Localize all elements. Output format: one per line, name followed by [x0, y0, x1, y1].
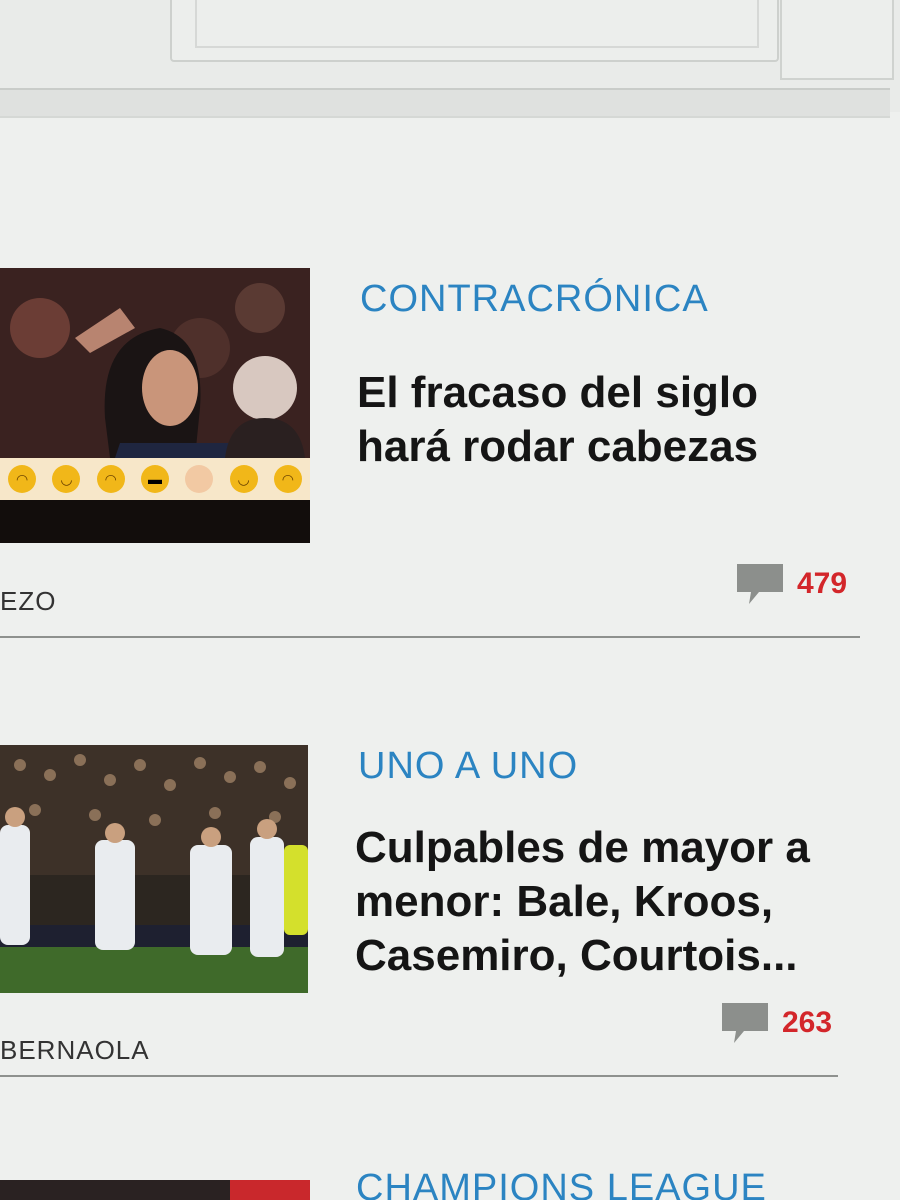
comment-icon: [737, 564, 783, 604]
article-thumbnail[interactable]: [0, 1180, 310, 1200]
emoji-icon: ◠: [8, 465, 37, 493]
emoji-icon: ◡: [229, 465, 258, 493]
article-kicker[interactable]: CHAMPIONS LEAGUE: [356, 1167, 767, 1200]
article-headline[interactable]: Culpables de mayor a menor: Bale, Kroos,…: [355, 821, 875, 983]
emoji-icon: ◠: [96, 465, 125, 493]
article-card-3[interactable]: CHAMPIONS LEAGUE: [0, 1165, 900, 1200]
article-headline[interactable]: El fracaso del siglo hará rodar cabezas: [357, 366, 857, 474]
photo-players-icon: [0, 745, 308, 993]
article-author: BERNAOLA: [0, 1035, 150, 1065]
emoji-icon: ◡: [52, 465, 81, 493]
photo-coach-emoji-icon: [0, 268, 310, 543]
article-kicker[interactable]: CONTRACRÓNICA: [360, 278, 709, 321]
comments-link[interactable]: 479: [735, 562, 847, 606]
comment-count: 263: [782, 1006, 833, 1039]
article-kicker[interactable]: UNO A UNO: [358, 745, 578, 788]
emoji-icon: [185, 465, 214, 493]
header-inner-panel: [195, 0, 759, 48]
emoji-icon: ◠: [273, 465, 302, 493]
article-author: EZO: [0, 586, 57, 616]
article-divider: [0, 636, 860, 638]
header-bottom-bar: [0, 88, 890, 118]
reaction-strip: ◠ ◡ ◠ ▬ ◡ ◠: [0, 458, 310, 500]
header-side-panel: [780, 0, 894, 80]
article-thumbnail[interactable]: ◠ ◡ ◠ ▬ ◡ ◠: [0, 268, 310, 543]
comments-link[interactable]: 263: [720, 1001, 832, 1045]
article-thumbnail[interactable]: [0, 745, 308, 993]
emoji-sunglasses-icon: ▬: [140, 465, 169, 493]
article-card-2[interactable]: UNO A UNO Culpables de mayor a menor: Ba…: [0, 745, 900, 1090]
article-card-1[interactable]: ◠ ◡ ◠ ▬ ◡ ◠ CONTRACRÓNICA El fracaso del…: [0, 268, 900, 643]
comment-count: 479: [797, 567, 848, 600]
article-divider: [0, 1075, 838, 1077]
comment-icon: [722, 1003, 768, 1043]
browser-top-area: [0, 0, 900, 118]
